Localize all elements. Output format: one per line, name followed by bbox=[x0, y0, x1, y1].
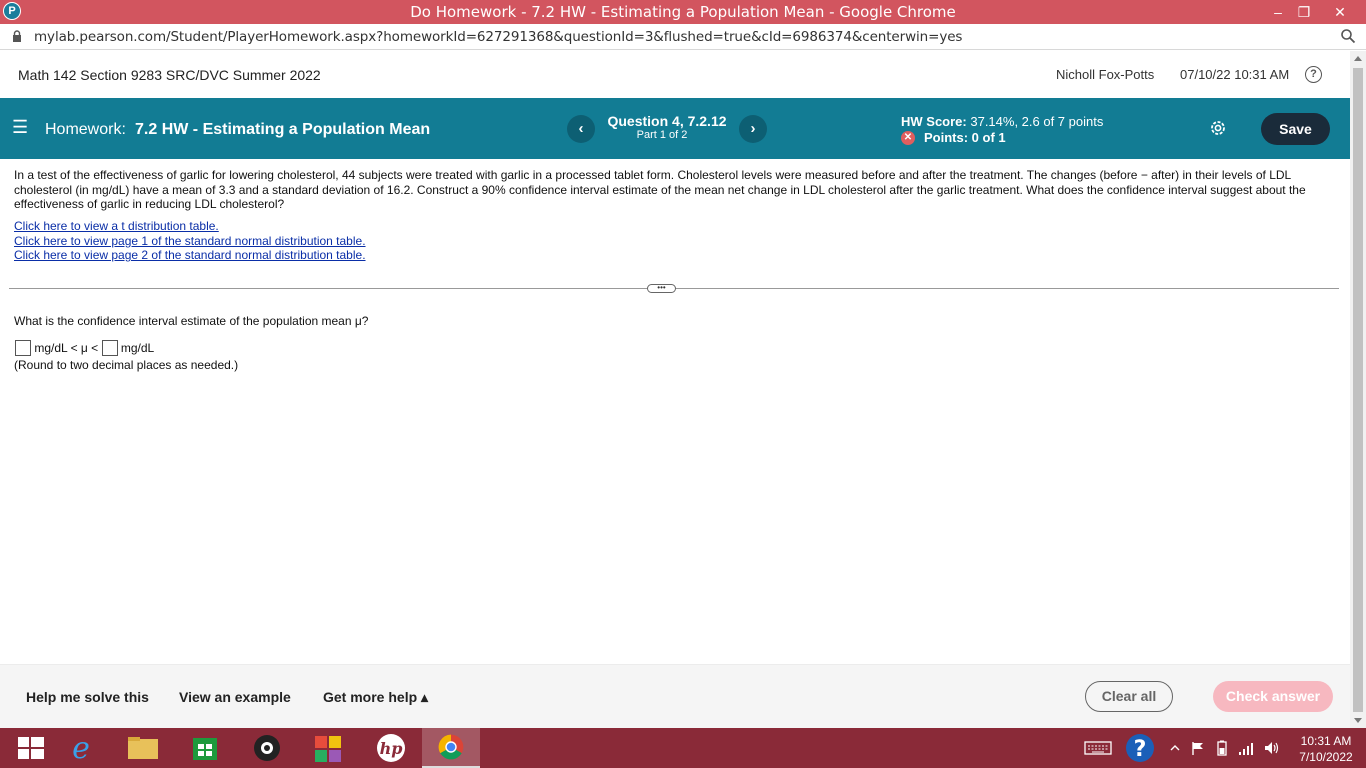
problem-statement: In a test of the effectiveness of garlic… bbox=[14, 168, 1306, 212]
network-icon[interactable] bbox=[1238, 740, 1256, 756]
next-question-button[interactable]: › bbox=[739, 115, 767, 143]
svg-text:hp: hp bbox=[380, 739, 403, 758]
normal-table-page1-link[interactable]: Click here to view page 1 of the standar… bbox=[14, 234, 366, 249]
address-bar: mylab.pearson.com/Student/PlayerHomework… bbox=[0, 24, 1366, 50]
lock-icon bbox=[13, 30, 21, 42]
gear-icon[interactable] bbox=[1208, 118, 1228, 138]
clock-time: 10:31 AM bbox=[1300, 734, 1352, 748]
homework-toolbar: ☰ Homework: 7.2 HW - Estimating a Popula… bbox=[0, 98, 1350, 159]
homework-title: 7.2 HW - Estimating a Population Mean bbox=[135, 121, 431, 138]
view-example-button[interactable]: View an example bbox=[179, 689, 291, 705]
menu-icon[interactable]: ☰ bbox=[12, 118, 28, 136]
camera-app-icon[interactable] bbox=[236, 728, 298, 768]
homework-label: Homework: bbox=[45, 121, 126, 138]
course-name: Math 142 Section 9283 SRC/DVC Summer 202… bbox=[18, 67, 321, 83]
hw-score-label: HW Score: bbox=[901, 114, 967, 129]
window-title: Do Homework - 7.2 HW - Estimating a Popu… bbox=[410, 3, 956, 21]
question-part: Part 1 of 2 bbox=[636, 129, 688, 141]
hp-icon[interactable]: hp bbox=[360, 728, 422, 768]
scroll-up-icon[interactable] bbox=[1354, 56, 1362, 61]
scroll-thumb[interactable] bbox=[1353, 68, 1363, 712]
course-header: Math 142 Section 9283 SRC/DVC Summer 202… bbox=[0, 51, 1350, 98]
help-me-solve-button[interactable]: Help me solve this bbox=[26, 689, 149, 705]
url-text[interactable]: mylab.pearson.com/Student/PlayerHomework… bbox=[34, 29, 962, 45]
get-more-help-button[interactable]: Get more help ▴ bbox=[323, 689, 428, 706]
t-distribution-link[interactable]: Click here to view a t distribution tabl… bbox=[14, 219, 366, 234]
normal-table-page2-link[interactable]: Click here to view page 2 of the standar… bbox=[14, 248, 366, 263]
help-icon[interactable]: ? bbox=[1305, 66, 1322, 83]
close-button[interactable]: ✕ bbox=[1325, 1, 1355, 23]
internet-explorer-icon[interactable]: e bbox=[50, 728, 112, 768]
chrome-icon[interactable] bbox=[422, 728, 480, 768]
question-number: Question 4, 7.2.12 bbox=[607, 113, 727, 129]
battery-icon[interactable] bbox=[1214, 740, 1230, 756]
show-hidden-icons-icon[interactable] bbox=[1170, 743, 1180, 753]
scrollbar[interactable] bbox=[1350, 51, 1366, 728]
divider-handle[interactable]: ••• bbox=[647, 284, 676, 293]
previous-question-button[interactable]: ‹ bbox=[567, 115, 595, 143]
answer-line: mg/dL < μ < mg/dL bbox=[15, 340, 154, 356]
taskbar-clock[interactable]: 10:31 AM 7/10/2022 bbox=[1296, 733, 1356, 765]
rounding-note: (Round to two decimal places as needed.) bbox=[14, 358, 239, 372]
hw-score-value: 37.14%, 2.6 of 7 points bbox=[970, 114, 1104, 129]
keyboard-icon[interactable] bbox=[1084, 740, 1112, 756]
save-button[interactable]: Save bbox=[1261, 113, 1330, 145]
user-name: Nicholl Fox-Potts bbox=[1056, 67, 1155, 82]
scroll-down-icon[interactable] bbox=[1354, 718, 1362, 723]
volume-icon[interactable] bbox=[1263, 740, 1281, 756]
lower-bound-input[interactable] bbox=[15, 340, 31, 356]
unit-right-label: mg/dL bbox=[120, 341, 155, 355]
svg-text:e: e bbox=[72, 731, 90, 766]
restore-button[interactable]: ❐ bbox=[1289, 1, 1319, 23]
hw-score: HW Score: 37.14%, 2.6 of 7 points bbox=[901, 114, 1103, 129]
puzzle-app-icon[interactable] bbox=[298, 728, 360, 768]
footer-bar: Help me solve this View an example Get m… bbox=[0, 664, 1350, 728]
upper-bound-input[interactable] bbox=[101, 340, 118, 356]
clear-all-button[interactable]: Clear all bbox=[1085, 681, 1173, 712]
window-title-bar: P Do Homework - 7.2 HW - Estimating a Po… bbox=[0, 0, 1366, 24]
windows-taskbar: e hp ? 10:31 AM 7/10/2022 bbox=[0, 728, 1366, 768]
unit-left-label: mg/dL < μ < bbox=[34, 341, 99, 355]
check-answer-button[interactable]: Check answer bbox=[1213, 681, 1333, 712]
table-links: Click here to view a t distribution tabl… bbox=[14, 219, 366, 263]
store-icon[interactable] bbox=[174, 728, 236, 768]
help-tips-icon[interactable]: ? bbox=[1124, 732, 1156, 764]
file-explorer-icon[interactable] bbox=[112, 728, 174, 768]
incorrect-icon: ✕ bbox=[901, 131, 915, 145]
flag-icon[interactable] bbox=[1190, 740, 1206, 756]
question-points: Points: 0 of 1 bbox=[924, 130, 1006, 145]
question-text: What is the confidence interval estimate… bbox=[14, 314, 369, 328]
search-icon[interactable] bbox=[1340, 28, 1356, 44]
clock-date: 7/10/2022 bbox=[1299, 750, 1353, 764]
current-datetime: 07/10/22 10:31 AM bbox=[1180, 67, 1290, 82]
svg-text:?: ? bbox=[1134, 737, 1147, 762]
